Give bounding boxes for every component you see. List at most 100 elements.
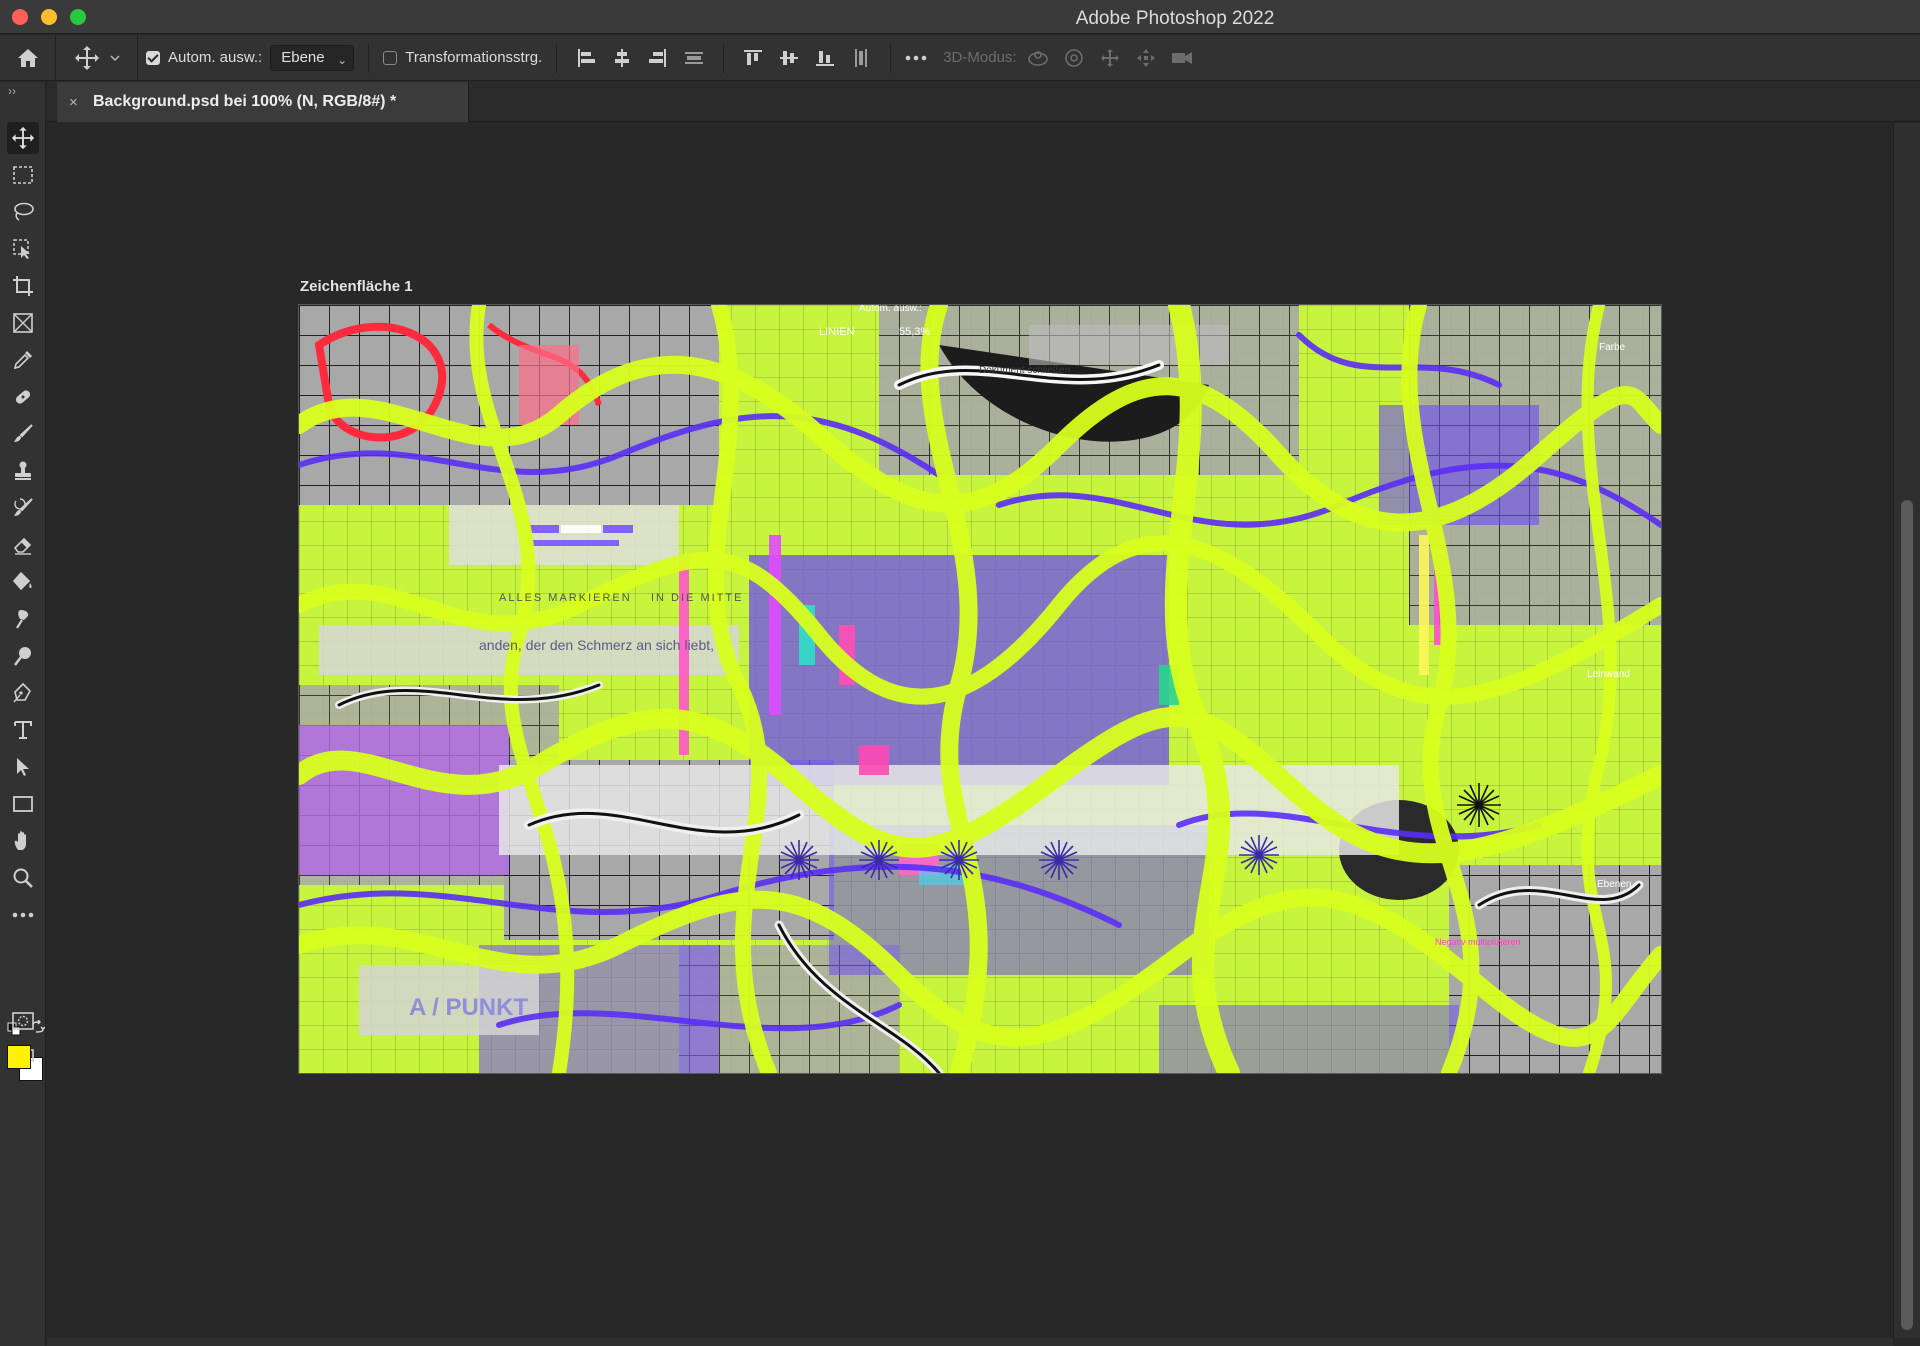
artwork-text-quote: anden, der den Schmerz an sich liebt, xyxy=(479,637,714,653)
brush-icon xyxy=(14,424,33,442)
vertical-scrollbar[interactable] xyxy=(1893,123,1920,1338)
move-tool[interactable] xyxy=(7,122,39,154)
move-icon xyxy=(74,45,99,70)
close-tab-icon[interactable]: × xyxy=(69,94,83,111)
move-icon xyxy=(11,126,35,150)
auto-select-target-value: Ebene xyxy=(281,48,325,66)
home-button[interactable] xyxy=(0,34,56,81)
home-icon xyxy=(17,48,38,67)
foreground-color-swatch[interactable] xyxy=(7,1045,31,1069)
artwork-text-multiply: Negativ multiplizieren xyxy=(1435,937,1521,947)
marquee-tool[interactable] xyxy=(7,159,39,191)
artwork-text-zoom: 55,3% xyxy=(899,326,930,338)
dodge-icon xyxy=(14,647,31,666)
collapse-panel-icon[interactable]: ›› xyxy=(8,84,16,98)
transform-controls-checkbox[interactable] xyxy=(383,50,398,65)
eraser-icon xyxy=(13,537,32,555)
artwork-text-punkt: A / PUNKT xyxy=(409,994,528,1021)
distribute-horizontal-button[interactable] xyxy=(846,43,876,73)
3d-mode-label: 3D-Modus: xyxy=(943,49,1017,66)
3d-orbit-icon xyxy=(1027,50,1048,66)
smudge-icon xyxy=(16,610,29,629)
type-tool[interactable] xyxy=(7,714,39,746)
distribute-vertical-button[interactable] xyxy=(679,43,709,73)
artwork-text-ebenen: Ebenen xyxy=(1597,879,1631,890)
zoom-tool[interactable] xyxy=(7,862,39,894)
hand-tool[interactable] xyxy=(7,825,39,857)
align-vertical-centers-button[interactable] xyxy=(774,43,804,73)
align-left-icon xyxy=(578,48,596,67)
brush-tool[interactable] xyxy=(7,418,39,450)
type-icon xyxy=(14,721,32,739)
more-options-button[interactable] xyxy=(901,43,931,73)
quick-mask-icon xyxy=(12,1012,34,1030)
document-tab-label: Background.psd bei 100% (N, RGB/8#) * xyxy=(93,93,397,110)
dodge-tool[interactable] xyxy=(7,640,39,672)
more-tools-icon xyxy=(12,912,34,918)
align-top-edges-button[interactable] xyxy=(738,43,768,73)
auto-select-checkbox[interactable] xyxy=(146,50,160,65)
title-bar: Adobe Photoshop 2022 xyxy=(0,0,1920,34)
zoom-icon xyxy=(13,868,33,888)
rectangle-tool[interactable] xyxy=(7,788,39,820)
history-brush-tool[interactable] xyxy=(7,492,39,524)
document-tab[interactable]: × Background.psd bei 100% (N, RGB/8#) * xyxy=(57,82,469,122)
marquee-icon xyxy=(13,166,33,184)
3d-roll-button[interactable] xyxy=(1059,43,1089,73)
clone-stamp-tool[interactable] xyxy=(7,455,39,487)
rectangle-icon xyxy=(13,796,33,812)
pen-tool[interactable] xyxy=(7,677,39,709)
align-center-v-icon xyxy=(780,50,799,65)
paint-bucket-icon xyxy=(12,571,32,591)
crop-icon xyxy=(13,276,33,296)
3d-scale-button[interactable] xyxy=(1167,43,1197,73)
artwork-text-leinwand: Leinwand xyxy=(1587,669,1630,680)
stamp-icon xyxy=(15,461,31,480)
align-bottom-edges-button[interactable] xyxy=(810,43,840,73)
auto-select-target-dropdown[interactable]: Ebene ⌄ xyxy=(270,44,355,71)
object-selection-tool[interactable] xyxy=(7,233,39,265)
3d-pan-button[interactable] xyxy=(1095,43,1125,73)
artboard-canvas[interactable]: LINIEN Autom. ausw.: 55,3% Dokument schl… xyxy=(298,304,1662,1074)
healing-brush-tool[interactable] xyxy=(7,381,39,413)
3d-roll-icon xyxy=(1064,48,1083,67)
document-tab-bar: × Background.psd bei 100% (N, RGB/8#) * xyxy=(47,82,1920,122)
align-bottom-icon xyxy=(816,50,835,66)
more-horizontal-icon xyxy=(905,55,927,60)
distribute-icon xyxy=(685,51,704,64)
tools-panel: ›› xyxy=(0,82,46,1346)
frame-tool[interactable] xyxy=(7,307,39,339)
artwork-text-close-doc: Dokument schließen xyxy=(979,365,1070,376)
3d-slide-button[interactable] xyxy=(1131,43,1161,73)
chevron-down-icon xyxy=(109,54,120,61)
lasso-icon xyxy=(14,202,34,221)
artwork-text-linien: LINIEN xyxy=(819,326,855,338)
horizontal-scrollbar[interactable] xyxy=(47,1338,1893,1346)
align-right-edges-button[interactable] xyxy=(643,43,673,73)
3d-slide-icon xyxy=(1136,48,1155,67)
align-horizontal-centers-button[interactable] xyxy=(607,43,637,73)
3d-orbit-button[interactable] xyxy=(1023,43,1053,73)
align-top-icon xyxy=(744,49,763,65)
eraser-tool[interactable] xyxy=(7,529,39,561)
path-selection-tool[interactable] xyxy=(7,751,39,783)
vertical-scroll-thumb[interactable] xyxy=(1901,500,1913,1330)
pen-icon xyxy=(13,682,31,703)
align-left-edges-button[interactable] xyxy=(571,43,601,73)
smudge-tool[interactable] xyxy=(7,603,39,635)
more-tools-button[interactable] xyxy=(7,899,39,931)
artboard-label[interactable]: Zeichenfläche 1 xyxy=(300,278,413,295)
artwork-text-farbe: Farbe xyxy=(1599,342,1626,353)
artwork-text-select-all: ALLES MARKIEREN xyxy=(499,592,632,604)
transform-controls-label: Transformationsstrg. xyxy=(405,49,543,66)
history-brush-icon xyxy=(14,498,33,516)
crop-tool[interactable] xyxy=(7,270,39,302)
frame-icon xyxy=(13,313,33,333)
healing-icon xyxy=(15,390,31,404)
artwork-text-center: IN DIE MITTE xyxy=(651,592,743,604)
quick-mask-button[interactable] xyxy=(7,1005,39,1037)
lasso-tool[interactable] xyxy=(7,196,39,228)
eyedropper-tool[interactable] xyxy=(7,344,39,376)
tool-preset-picker[interactable] xyxy=(56,34,138,81)
paint-bucket-tool[interactable] xyxy=(7,566,39,598)
